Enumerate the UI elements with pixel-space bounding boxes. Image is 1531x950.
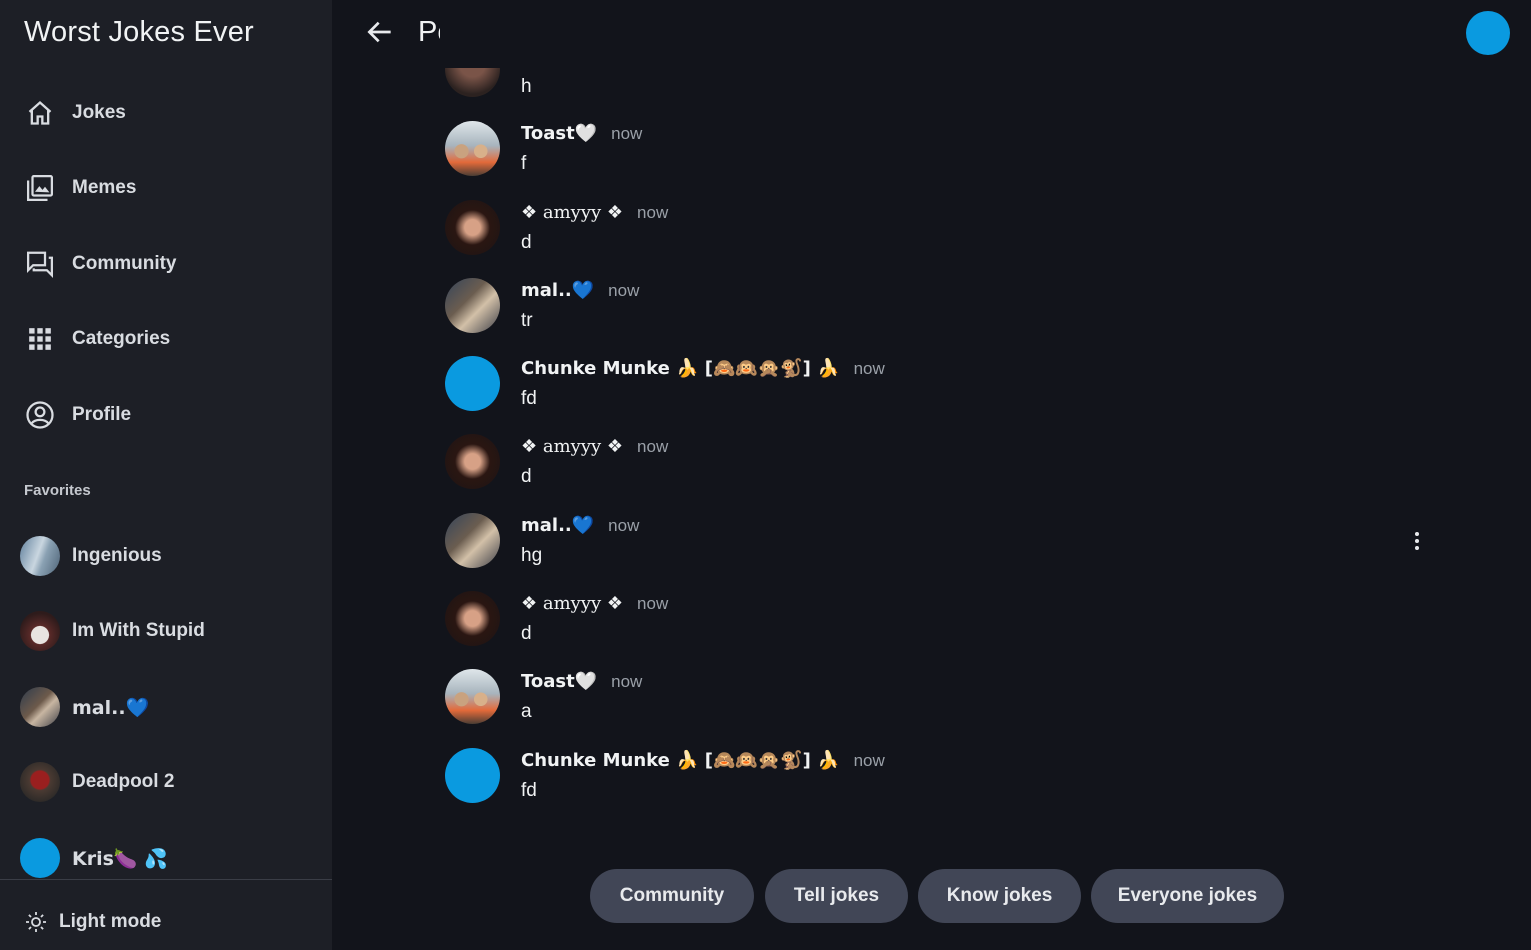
- app-title: Worst Jokes Ever: [24, 16, 254, 48]
- message-time: now: [611, 672, 643, 691]
- message-author: Chunke Munke 🍌 [🙈🙉🙊🐒] 🍌 now: [521, 750, 885, 771]
- message-time: now: [853, 751, 885, 770]
- user-avatar[interactable]: [1466, 11, 1510, 55]
- message-item: ❖ amyyy ❖ now d: [445, 434, 1445, 504]
- sidebar-item-community[interactable]: Community: [0, 236, 332, 292]
- message-text: h: [521, 76, 532, 97]
- message-time: now: [853, 359, 885, 378]
- message-item: mal..💙 now tr: [445, 278, 1445, 348]
- message-time: now: [637, 437, 669, 456]
- apps-grid-icon: [25, 324, 55, 354]
- account-circle-icon: [25, 400, 55, 430]
- avatar: [445, 591, 500, 646]
- sidebar-item-label: Profile: [72, 404, 132, 425]
- avatar: [20, 687, 60, 727]
- message-time: now: [608, 281, 640, 300]
- message-time: now: [637, 203, 669, 222]
- favorites-heading: Favorites: [24, 482, 91, 499]
- favorite-item-mal[interactable]: mal..💙: [0, 677, 332, 737]
- favorite-item-im-with-stupid[interactable]: Im With Stupid: [0, 601, 332, 661]
- everyone-jokes-button[interactable]: Everyone jokes: [1091, 869, 1284, 923]
- message-author: ❖ amyyy ❖ now: [521, 436, 669, 457]
- message-item: Toast🤍 now f: [445, 121, 1445, 191]
- light-mode-toggle[interactable]: Light mode: [0, 900, 332, 944]
- message-item: ❖ amyyy ❖ now d: [445, 200, 1445, 270]
- message-item: Chunke Munke 🍌 [🙈🙉🙊🐒] 🍌 now fd: [445, 356, 1445, 426]
- forum-icon: [25, 249, 55, 279]
- message-text: a: [521, 701, 532, 722]
- message-time: now: [611, 124, 643, 143]
- message-text: f: [521, 153, 527, 174]
- message-text: tr: [521, 310, 533, 331]
- message-item: mal..💙 now hg: [445, 513, 1445, 583]
- sidebar-item-label: Categories: [72, 328, 171, 349]
- tell-jokes-button[interactable]: Tell jokes: [765, 869, 908, 923]
- more-vert-icon: [1415, 532, 1419, 550]
- message-text: fd: [521, 780, 537, 801]
- avatar: [445, 513, 500, 568]
- message-author: mal..💙 now: [521, 280, 640, 301]
- message-author: ❖ amyyy ❖ now: [521, 593, 669, 614]
- community-button[interactable]: Community: [590, 869, 754, 923]
- sun-icon: [24, 910, 48, 934]
- more-options-button[interactable]: [1406, 528, 1428, 554]
- avatar: [445, 200, 500, 255]
- favorite-label: Kris🍆 💦: [72, 847, 168, 870]
- photo-library-icon: [25, 173, 55, 203]
- favorite-label: Deadpool 2: [72, 771, 175, 792]
- sidebar-divider: [0, 879, 332, 880]
- message-author: ❖ amyyy ❖ now: [521, 202, 669, 223]
- sidebar-item-profile[interactable]: Profile: [0, 387, 332, 443]
- avatar: [445, 748, 500, 803]
- message-author: Chunke Munke 🍌 [🙈🙉🙊🐒] 🍌 now: [521, 358, 885, 379]
- message-author: Toast🤍 now: [521, 671, 643, 692]
- message-time: now: [608, 516, 640, 535]
- avatar: [445, 278, 500, 333]
- sidebar-item-memes[interactable]: Memes: [0, 160, 332, 216]
- avatar: [20, 838, 60, 878]
- avatar: [445, 434, 500, 489]
- favorite-label: Ingenious: [72, 545, 162, 566]
- message-text: d: [521, 466, 532, 487]
- favorite-item-deadpool-2[interactable]: Deadpool 2: [0, 752, 332, 812]
- message-author: mal..💙 now: [521, 515, 640, 536]
- back-button[interactable]: [364, 16, 396, 48]
- sidebar-item-categories[interactable]: Categories: [0, 311, 332, 367]
- avatar: [20, 762, 60, 802]
- message-item: Chunke Munke 🍌 [🙈🙉🙊🐒] 🍌 now fd: [445, 748, 1445, 818]
- sidebar-item-label: Community: [72, 253, 177, 274]
- avatar: [20, 536, 60, 576]
- message-time: now: [637, 594, 669, 613]
- favorite-item-ingenious[interactable]: Ingenious: [0, 526, 332, 586]
- message-text: hg: [521, 545, 543, 566]
- message-text: d: [521, 232, 532, 253]
- favorite-label: mal..💙: [72, 696, 150, 719]
- sidebar-item-label: Memes: [72, 177, 137, 198]
- message-item: Toast🤍 now a: [445, 669, 1445, 739]
- sidebar-item-jokes[interactable]: Jokes: [0, 85, 332, 141]
- sidebar-item-label: Jokes: [72, 102, 126, 123]
- message-item: ❖ amyyy ❖ now d: [445, 591, 1445, 661]
- sidebar: Worst Jokes Ever Jokes Memes Community C…: [0, 0, 332, 950]
- message-author: Toast🤍 now: [521, 123, 643, 144]
- avatar: [445, 669, 500, 724]
- message-text: fd: [521, 388, 537, 409]
- message-text: d: [521, 623, 532, 644]
- arrow-left-icon: [367, 21, 391, 43]
- know-jokes-button[interactable]: Know jokes: [918, 869, 1081, 923]
- favorite-label: Im With Stupid: [72, 620, 205, 641]
- avatar: [445, 356, 500, 411]
- home-icon: [25, 98, 55, 128]
- avatar: [20, 611, 60, 651]
- avatar: [445, 121, 500, 176]
- light-mode-label: Light mode: [59, 911, 162, 932]
